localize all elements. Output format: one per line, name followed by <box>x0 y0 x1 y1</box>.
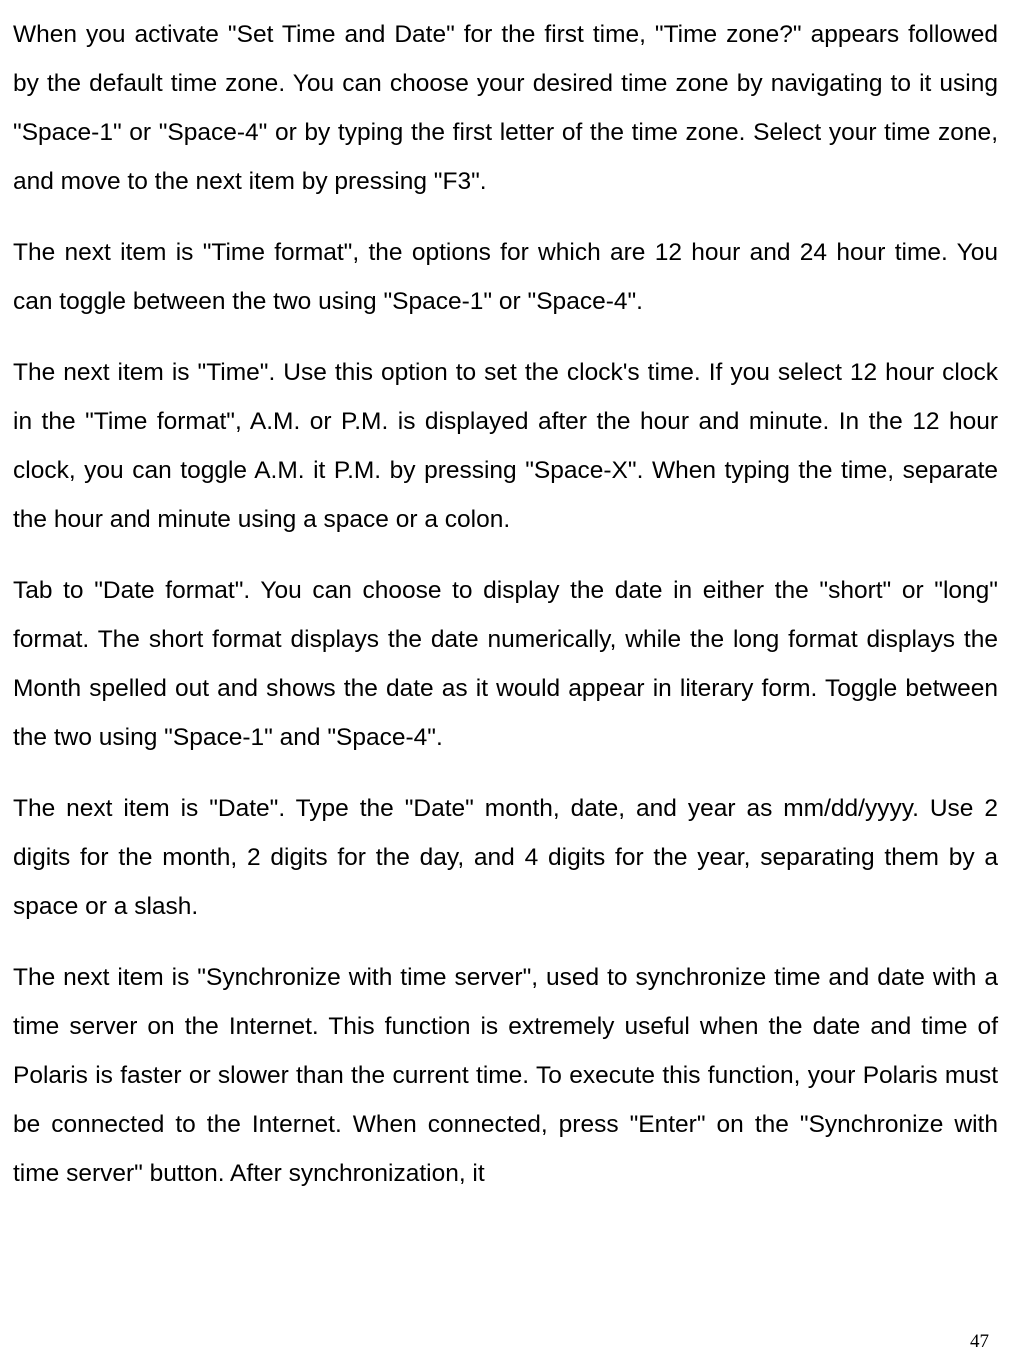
paragraph-6: The next item is "Synchronize with time … <box>13 953 998 1198</box>
paragraph-4: Tab to "Date format". You can choose to … <box>13 566 998 762</box>
paragraph-2: The next item is "Time format", the opti… <box>13 228 998 326</box>
paragraph-5: The next item is "Date". Type the "Date"… <box>13 784 998 931</box>
paragraph-1: When you activate "Set Time and Date" fo… <box>13 10 998 206</box>
document-content: When you activate "Set Time and Date" fo… <box>13 10 998 1198</box>
page-number: 47 <box>970 1331 989 1353</box>
paragraph-3: The next item is "Time". Use this option… <box>13 348 998 544</box>
